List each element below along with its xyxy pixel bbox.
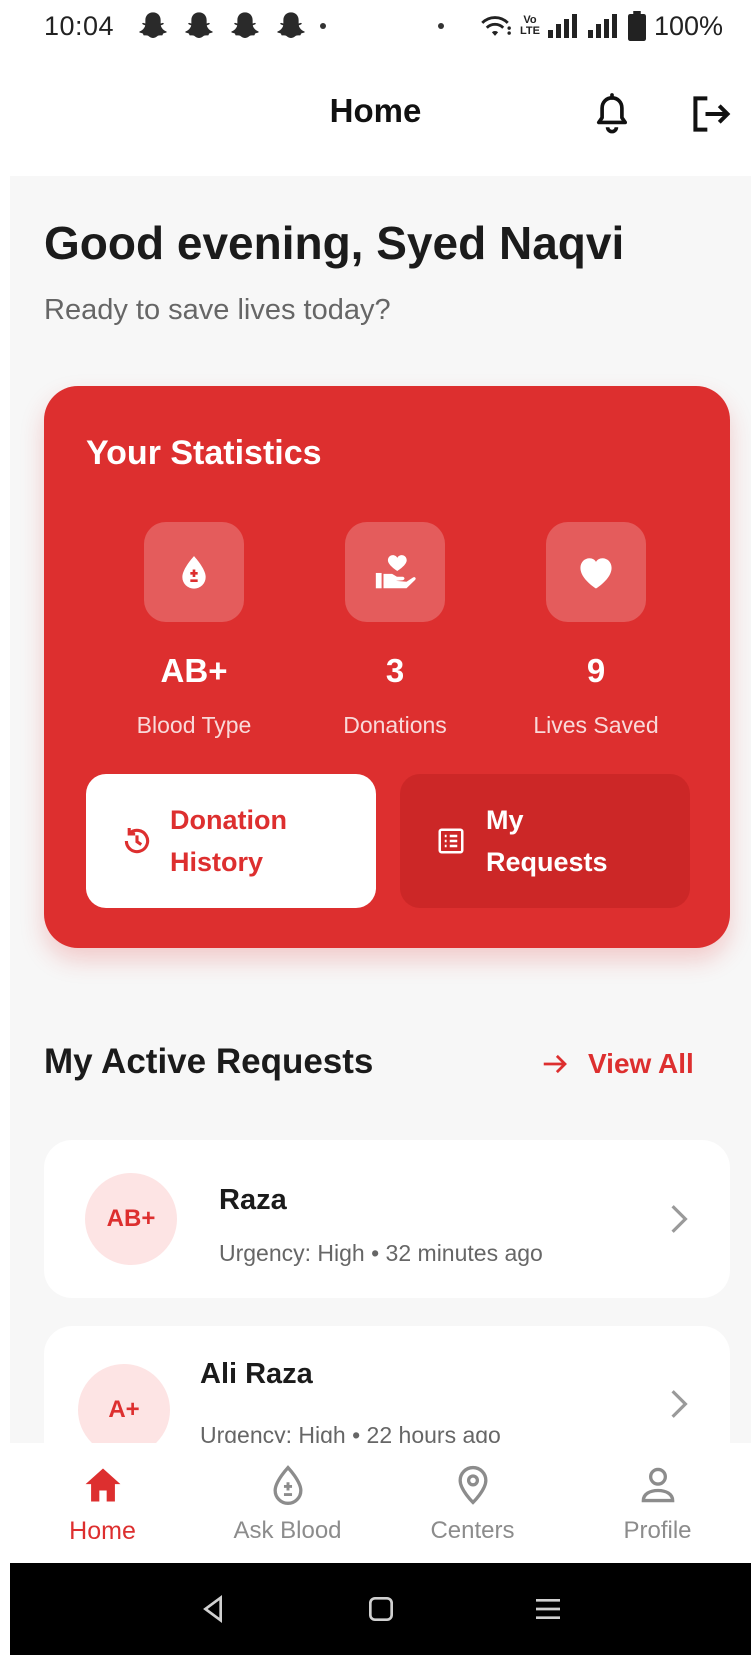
chevron-right-icon	[671, 1205, 688, 1233]
stat-label: Blood Type	[136, 712, 252, 738]
status-dot	[437, 23, 444, 29]
stat-icon-box	[144, 522, 244, 622]
donation-history-label: Donation History	[170, 799, 310, 883]
active-requests-title: My Active Requests	[44, 1042, 374, 1081]
request-meta: Urgency: High • 32 minutes ago	[219, 1240, 543, 1266]
request-meta: Urgency: High • 22 hours ago	[200, 1422, 501, 1443]
list-icon	[438, 828, 464, 854]
stat-blood-type: AB+ Blood Type	[94, 522, 294, 739]
nav-item-ask-blood[interactable]: Ask Blood	[195, 1443, 380, 1563]
home-square-icon[interactable]	[365, 1593, 397, 1625]
status-right: Vo LTE 100%	[437, 10, 723, 42]
logout-icon[interactable]	[688, 92, 734, 136]
request-name: Ali Raza	[200, 1358, 313, 1390]
signal-icon	[547, 14, 577, 38]
history-icon	[124, 827, 150, 854]
stat-value: 9	[586, 652, 606, 689]
menu-icon[interactable]	[532, 1593, 564, 1625]
bottom-nav: Home Ask Blood Centers Profile	[10, 1443, 751, 1563]
greeting-title: Good evening, Syed Naqvi	[44, 217, 625, 269]
snapchat-icon	[185, 12, 213, 38]
blood-type-badge: AB+	[85, 1173, 177, 1265]
snapchat-icon	[139, 12, 167, 38]
wifi-icon	[481, 16, 511, 36]
view-all-label: View All	[588, 1048, 694, 1079]
donation-history-line1: Donation	[170, 805, 287, 835]
my-requests-line1: My	[486, 805, 524, 835]
statistics-card: Your Statistics AB+ Blood Type 3 Donatio…	[44, 386, 730, 948]
blood-type-badge: A+	[78, 1364, 170, 1443]
my-requests-line2: Requests	[486, 847, 608, 877]
stat-icon-box	[546, 522, 646, 622]
notification-dot	[320, 23, 327, 29]
greeting-subtitle: Ready to save lives today?	[44, 294, 391, 326]
status-time: 10:04	[44, 10, 115, 41]
blood-drop-icon	[273, 1465, 302, 1505]
my-requests-label: My Requests	[486, 799, 626, 883]
arrow-right-icon	[543, 1054, 567, 1074]
hand-heart-icon	[375, 555, 416, 589]
system-nav-bar	[10, 1563, 751, 1655]
stat-value: AB+	[160, 652, 228, 689]
app-bar: Home	[0, 52, 751, 176]
heart-icon	[580, 558, 612, 589]
blood-drop-icon	[182, 556, 206, 589]
main-content[interactable]: Good evening, Syed Naqvi Ready to save l…	[10, 176, 751, 1443]
snapchat-icon	[277, 12, 305, 38]
volte-tag-bottom: LTE	[519, 25, 540, 37]
stat-value: 3	[385, 652, 405, 689]
stat-icon-box	[345, 522, 445, 622]
chevron-right-icon	[671, 1390, 688, 1418]
nav-label: Ask Blood	[233, 1517, 342, 1544]
nav-label: Home	[69, 1517, 136, 1545]
nav-label: Centers	[430, 1517, 515, 1544]
volte-tag: Vo LTE	[520, 15, 540, 37]
nav-item-profile[interactable]: Profile	[565, 1443, 750, 1563]
nav-label: Profile	[623, 1517, 692, 1544]
home-icon	[85, 1468, 120, 1502]
person-icon	[641, 1467, 674, 1503]
page-title: Home	[329, 92, 422, 129]
stat-donations: 3 Donations	[295, 522, 495, 739]
my-requests-button[interactable]: My Requests	[400, 774, 690, 908]
bell-icon[interactable]	[590, 92, 634, 136]
donation-history-button[interactable]: Donation History	[86, 774, 376, 908]
request-card[interactable]: AB+ Raza Urgency: High • 32 minutes ago	[44, 1140, 730, 1298]
view-all-link[interactable]: View All	[540, 1048, 694, 1080]
snapchat-icon	[231, 12, 259, 38]
donation-history-line2: History	[170, 847, 264, 877]
stat-label: Donations	[343, 712, 447, 738]
screen: 10:04 Vo LTE 100% Home Good evening, Sye…	[0, 0, 751, 1655]
signal-icon	[587, 14, 617, 38]
back-icon[interactable]	[198, 1593, 230, 1625]
nav-item-home[interactable]: Home	[10, 1443, 195, 1563]
status-bar: 10:04 Vo LTE 100%	[0, 0, 751, 52]
request-name: Raza	[219, 1184, 287, 1216]
stat-label: Lives Saved	[533, 712, 659, 738]
stat-lives-saved: 9 Lives Saved	[496, 522, 696, 739]
request-card[interactable]: A+ Ali Raza Urgency: High • 22 hours ago	[44, 1326, 730, 1443]
nav-item-centers[interactable]: Centers	[380, 1443, 565, 1563]
statistics-title: Your Statistics	[86, 434, 322, 472]
battery-percent: 100%	[653, 10, 723, 41]
location-pin-icon	[458, 1465, 487, 1505]
battery-icon	[627, 11, 646, 41]
status-left: 10:04	[44, 10, 327, 42]
